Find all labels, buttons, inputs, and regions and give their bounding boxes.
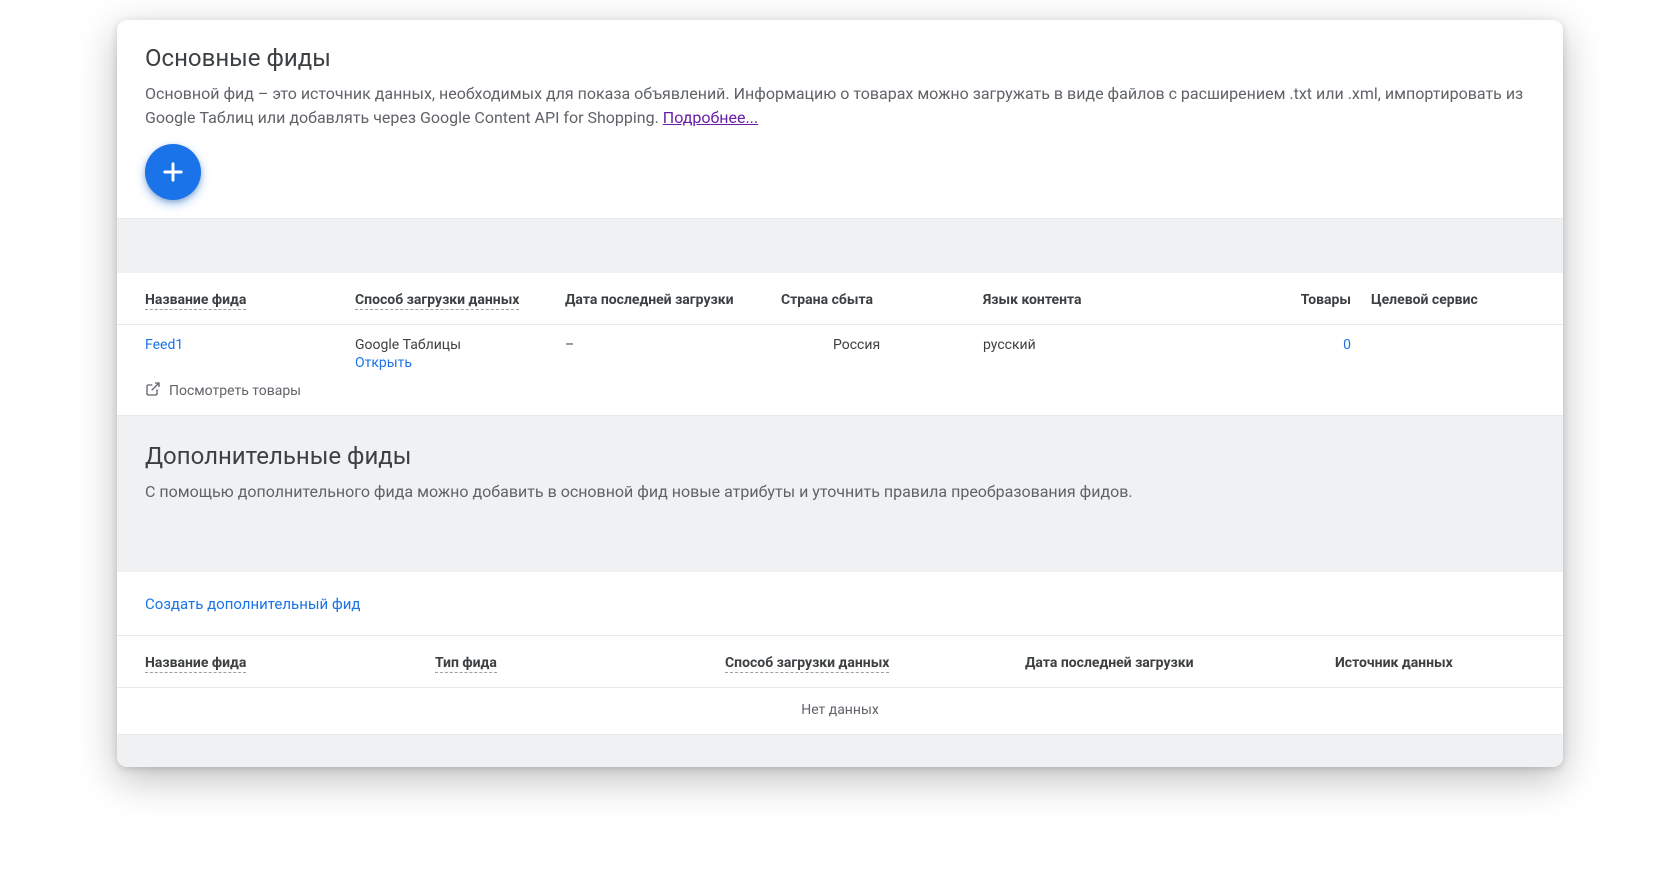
- view-products-link[interactable]: Посмотреть товары: [117, 377, 1563, 416]
- primary-feeds-description: Основной фид – это источник данных, необ…: [145, 82, 1535, 130]
- primary-feeds-desc-text: Основной фид – это источник данных, необ…: [145, 84, 1523, 127]
- feed-date-value: –: [565, 337, 574, 353]
- primary-feeds-title: Основные фиды: [145, 44, 1535, 72]
- col-country: Страна сбыта: [781, 292, 873, 308]
- spacer: [117, 219, 1563, 273]
- secondary-feeds-header: Дополнительные фиды С помощью дополнител…: [117, 416, 1563, 524]
- open-in-new-icon: [145, 381, 161, 401]
- col-last-upload-date-2: Дата последней загрузки: [1025, 655, 1194, 671]
- col-last-upload-date: Дата последней загрузки: [565, 292, 734, 308]
- add-feed-button[interactable]: [145, 144, 201, 200]
- primary-feeds-header: Основные фиды Основной фид – это источни…: [117, 20, 1563, 130]
- primary-feeds-toolbar: [117, 130, 1563, 219]
- col-upload-method-2[interactable]: Способ загрузки данных: [725, 655, 889, 673]
- secondary-feeds-toolbar: Создать дополнительный фид: [117, 572, 1563, 636]
- col-items: Товары: [1301, 292, 1351, 308]
- col-language: Язык контента: [983, 292, 1082, 308]
- feed-language-value: русский: [983, 337, 1036, 353]
- feed-method-value: Google Таблицы: [355, 337, 461, 353]
- open-sheet-link[interactable]: Открыть: [355, 355, 565, 371]
- learn-more-link[interactable]: Подробнее...: [663, 108, 758, 127]
- col-feed-name[interactable]: Название фида: [145, 292, 246, 310]
- col-target-service: Целевой сервис: [1371, 292, 1478, 308]
- no-data-message: Нет данных: [117, 688, 1563, 735]
- spacer: [117, 735, 1563, 767]
- col-upload-method[interactable]: Способ загрузки данных: [355, 292, 519, 310]
- create-secondary-feed-link[interactable]: Создать дополнительный фид: [145, 595, 360, 613]
- spacer: [117, 524, 1563, 572]
- col-feed-type[interactable]: Тип фида: [435, 655, 497, 673]
- feed-country-value: Россия: [833, 337, 880, 353]
- primary-table-row: Feed1 Google Таблицы Открыть – Россия ру…: [117, 325, 1563, 377]
- feed-items-link[interactable]: 0: [1343, 337, 1351, 353]
- col-data-source: Источник данных: [1335, 655, 1453, 671]
- primary-table-header: Название фида Способ загрузки данных Дат…: [117, 273, 1563, 325]
- view-products-label: Посмотреть товары: [169, 383, 301, 399]
- plus-icon: [159, 158, 187, 186]
- feeds-panel: Основные фиды Основной фид – это источни…: [117, 20, 1563, 767]
- secondary-table-header: Название фида Тип фида Способ загрузки д…: [117, 636, 1563, 688]
- primary-feeds-table: Название фида Способ загрузки данных Дат…: [117, 273, 1563, 416]
- feed-name-link[interactable]: Feed1: [145, 337, 183, 353]
- secondary-feeds-title: Дополнительные фиды: [145, 442, 1535, 470]
- secondary-feeds-table: Название фида Тип фида Способ загрузки д…: [117, 636, 1563, 735]
- secondary-feeds-description: С помощью дополнительного фида можно доб…: [145, 480, 1535, 504]
- col-feed-name-2[interactable]: Название фида: [145, 655, 246, 673]
